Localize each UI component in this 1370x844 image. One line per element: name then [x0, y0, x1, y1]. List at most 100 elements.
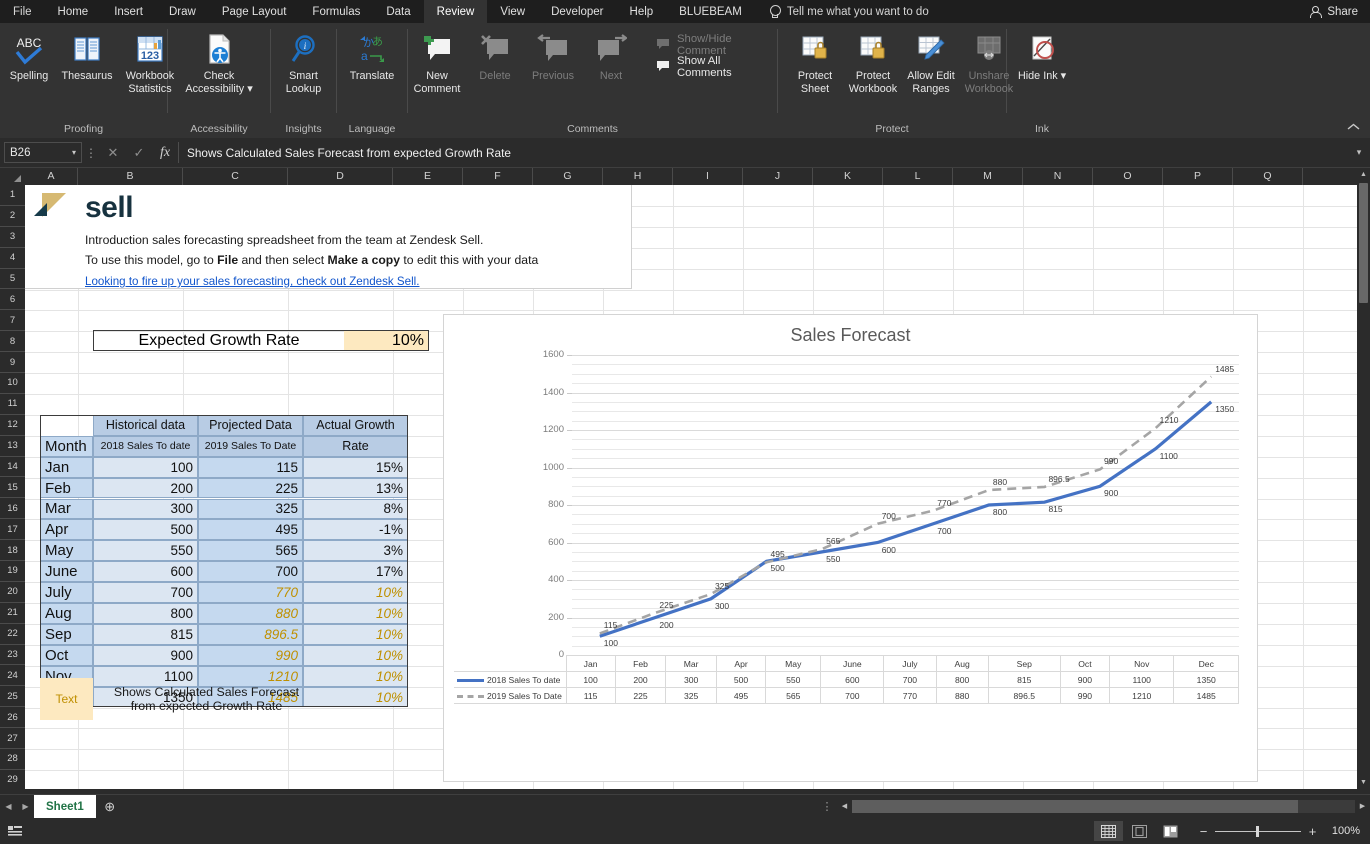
column-header-C[interactable]: C [183, 168, 288, 185]
zoom-out-button[interactable]: − [1198, 824, 1209, 839]
expected-growth-rate-value[interactable]: 10% [344, 331, 428, 350]
table-cell-projected[interactable]: 325 [198, 498, 303, 520]
row-header-5[interactable]: 5 [0, 269, 25, 290]
column-header-L[interactable]: L [883, 168, 953, 185]
table-cell-month[interactable]: Oct [40, 644, 93, 666]
spelling-button[interactable]: ABC Spelling [0, 28, 58, 83]
zendesk-sell-link[interactable]: Looking to fire up your sales forecastin… [85, 275, 419, 288]
table-cell-growth-rate[interactable]: 10% [303, 603, 408, 624]
zoom-in-button[interactable]: + [1307, 824, 1318, 839]
table-cell-month[interactable]: Feb [40, 477, 93, 499]
zoom-slider-thumb[interactable] [1256, 825, 1259, 837]
table-cell-month[interactable]: June [40, 561, 93, 583]
next-sheet-arrow[interactable]: ▶ [17, 802, 34, 811]
scroll-down-arrow[interactable]: ▼ [1357, 776, 1370, 789]
column-header-M[interactable]: M [953, 168, 1023, 185]
horizontal-scroll-track[interactable] [852, 799, 1355, 813]
zoom-level-label[interactable]: 100% [1324, 825, 1360, 837]
show-all-comments-button[interactable]: Show All Comments [650, 55, 777, 79]
tab-insert[interactable]: Insert [101, 0, 156, 23]
table-cell-month[interactable]: Sep [40, 623, 93, 645]
scroll-up-arrow[interactable]: ▲ [1357, 168, 1370, 181]
table-cell-growth-rate[interactable]: 3% [303, 540, 408, 562]
formula-bar-options[interactable]: ⋮ [82, 146, 100, 160]
share-button[interactable]: Share [1308, 0, 1358, 23]
allow-edit-ranges-button[interactable]: Allow Edit Ranges [902, 28, 960, 95]
table-cell-growth-rate[interactable]: -1% [303, 519, 408, 541]
collapse-ribbon-button[interactable] [1347, 122, 1360, 134]
cancel-edit-icon[interactable]: ✕ [100, 145, 126, 161]
row-header-13[interactable]: 13 [0, 436, 25, 457]
table-cell-historical[interactable]: 100 [93, 456, 198, 478]
row-header-18[interactable]: 18 [0, 540, 25, 562]
row-header-27[interactable]: 27 [0, 728, 25, 750]
note-text-cell[interactable]: Shows Calculated Sales Forecast from exp… [94, 678, 319, 720]
table-group-header-growth[interactable]: Actual Growth [303, 414, 408, 436]
row-header-20[interactable]: 20 [0, 582, 25, 603]
tab-formulas[interactable]: Formulas [299, 0, 373, 23]
horizontal-scroll-thumb[interactable] [852, 799, 1298, 813]
protect-sheet-button[interactable]: Protect Sheet [786, 28, 844, 95]
scroll-left-arrow[interactable]: ◀ [837, 802, 852, 810]
horizontal-scrollbar[interactable]: ⋮ ◀ ▶ [817, 794, 1370, 818]
row-header-4[interactable]: 4 [0, 248, 25, 269]
check-accessibility-button[interactable]: Check Accessibility ▾ [175, 28, 263, 95]
row-header-10[interactable]: 10 [0, 373, 25, 394]
table-cell-projected[interactable]: 225 [198, 477, 303, 499]
column-header-P[interactable]: P [1163, 168, 1233, 185]
table-cell-growth-rate[interactable]: 10% [303, 623, 408, 645]
column-header-O[interactable]: O [1093, 168, 1163, 185]
name-box[interactable]: B26 ▾ [4, 142, 82, 163]
row-header-8[interactable]: 8 [0, 331, 25, 353]
table-cell-historical[interactable]: 300 [93, 498, 198, 520]
tab-home[interactable]: Home [45, 0, 102, 23]
table-cell-growth-rate[interactable]: 10% [303, 644, 408, 666]
table-cell-growth-rate[interactable]: 17% [303, 561, 408, 583]
table-cell-historical[interactable]: 600 [93, 561, 198, 583]
table-cell-projected[interactable]: 115 [198, 456, 303, 478]
normal-view-button[interactable] [1094, 821, 1123, 841]
column-header-J[interactable]: J [743, 168, 813, 185]
row-header-29[interactable]: 29 [0, 770, 25, 789]
table-cell-projected[interactable]: 770 [198, 582, 303, 603]
tab-review[interactable]: Review [423, 0, 488, 23]
table-cell-projected[interactable]: 990 [198, 644, 303, 666]
table-cell-projected[interactable]: 495 [198, 519, 303, 541]
table-cell-historical[interactable]: 550 [93, 540, 198, 562]
vertical-scroll-thumb[interactable] [1359, 183, 1368, 303]
row-header-22[interactable]: 22 [0, 624, 25, 645]
row-header-14[interactable]: 14 [0, 457, 25, 478]
table-cell-historical[interactable]: 900 [93, 644, 198, 666]
row-header-6[interactable]: 6 [0, 289, 25, 311]
expand-formula-bar-icon[interactable]: ▾ [1348, 147, 1370, 158]
table-cell-historical[interactable]: 815 [93, 623, 198, 645]
translate-button[interactable]: か あ a Translate [341, 28, 403, 83]
row-header-21[interactable]: 21 [0, 603, 25, 624]
column-header-D[interactable]: D [288, 168, 393, 185]
column-header-K[interactable]: K [813, 168, 883, 185]
table-cell-growth-rate[interactable]: 13% [303, 477, 408, 499]
thesaurus-button[interactable]: Thesaurus [58, 28, 116, 83]
row-header-1[interactable]: 1 [0, 185, 25, 206]
table-cell-historical[interactable]: 800 [93, 603, 198, 624]
table-header-month[interactable]: Month [40, 435, 93, 457]
note-tag-cell[interactable]: Text [40, 678, 93, 720]
tell-me-box[interactable]: Tell me what you want to do [755, 0, 939, 23]
row-header-2[interactable]: 2 [0, 206, 25, 227]
row-header-19[interactable]: 19 [0, 561, 25, 582]
tab-draw[interactable]: Draw [156, 0, 209, 23]
tab-file[interactable]: File [0, 0, 45, 23]
row-header-16[interactable]: 16 [0, 498, 25, 520]
table-cell-projected[interactable]: 565 [198, 540, 303, 562]
table-cell-growth-rate[interactable]: 10% [303, 582, 408, 603]
confirm-edit-icon[interactable]: ✓ [126, 145, 152, 161]
accessibility-status-icon[interactable] [8, 825, 22, 838]
row-header-17[interactable]: 17 [0, 519, 25, 541]
table-cell-historical[interactable]: 200 [93, 477, 198, 499]
table-cell-projected[interactable]: 880 [198, 603, 303, 624]
tab-help[interactable]: Help [617, 0, 667, 23]
row-header-11[interactable]: 11 [0, 394, 25, 415]
tab-view[interactable]: View [487, 0, 538, 23]
page-break-view-button[interactable] [1156, 821, 1185, 841]
split-handle[interactable]: ⋮ [817, 800, 837, 813]
